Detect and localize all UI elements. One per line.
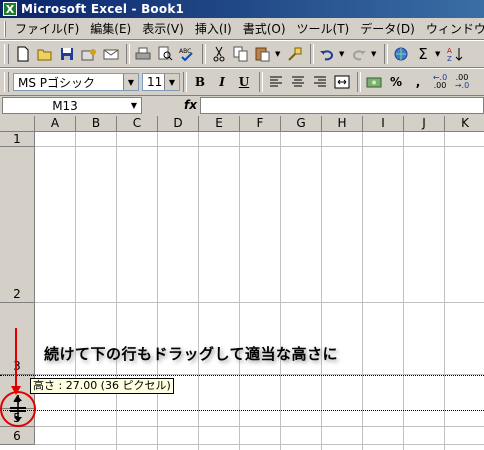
toolbar-separator	[126, 44, 130, 64]
menu-format[interactable]: 書式(O)	[239, 20, 293, 37]
paste-dropdown-icon[interactable]: ▼	[275, 50, 282, 58]
column-header[interactable]: B	[76, 116, 117, 132]
menu-insert[interactable]: 挿入(I)	[191, 20, 239, 37]
font-size-combo[interactable]: 11 ▼	[142, 73, 180, 91]
toolbar-separator	[357, 72, 361, 92]
column-header[interactable]: E	[199, 116, 240, 132]
open-icon[interactable]	[35, 44, 55, 64]
decrease-decimal-icon[interactable]: .00 →.0	[452, 72, 472, 92]
menu-file[interactable]: ファイル(F)	[11, 20, 86, 37]
print-preview-icon[interactable]	[155, 44, 175, 64]
menu-tools[interactable]: ツール(T)	[293, 20, 357, 37]
formula-input[interactable]	[200, 97, 484, 114]
excel-app-icon: X	[3, 2, 17, 16]
toolbar-grip[interactable]	[4, 44, 9, 64]
toolbar-grip[interactable]	[4, 72, 9, 92]
toolbar-separator	[183, 72, 187, 92]
toolbar-separator	[310, 44, 314, 64]
chevron-down-icon[interactable]: ▼	[127, 101, 141, 110]
row-header[interactable]: 6	[0, 427, 35, 445]
column-header[interactable]: K	[445, 116, 484, 132]
column-header[interactable]: D	[158, 116, 199, 132]
column-header[interactable]: G	[281, 116, 322, 132]
merge-center-icon[interactable]	[332, 72, 352, 92]
font-name-value: MS Pゴシック	[18, 75, 96, 90]
column-header[interactable]: F	[240, 116, 281, 132]
chevron-down-icon[interactable]: ▼	[164, 74, 179, 90]
fx-icon[interactable]: fx	[184, 98, 197, 112]
instruction-annotation: 続けて下の行もドラッグして適当な高さに	[44, 345, 339, 363]
chevron-down-icon[interactable]: ▼	[123, 74, 138, 90]
menu-bar: ファイル(F) 編集(E) 表示(V) 挿入(I) 書式(O) ツール(T) デ…	[0, 18, 484, 40]
column-header[interactable]: J	[404, 116, 445, 132]
font-name-combo[interactable]: MS Pゴシック ▼	[13, 73, 139, 91]
redo-icon[interactable]	[349, 44, 369, 64]
row-header[interactable]: 2	[0, 147, 35, 303]
align-center-icon[interactable]	[288, 72, 308, 92]
toolbar-separator	[259, 72, 263, 92]
spelling-icon[interactable]: ABC	[177, 44, 197, 64]
toolbar-separator	[202, 44, 206, 64]
name-box-value: M13	[52, 98, 78, 113]
annotation-overlay	[0, 328, 36, 427]
row-header[interactable]: 3	[0, 303, 35, 375]
underline-icon[interactable]: U	[234, 72, 254, 92]
format-painter-icon[interactable]	[285, 44, 305, 64]
column-header[interactable]: I	[363, 116, 404, 132]
autosum-icon[interactable]: Σ	[413, 44, 433, 64]
svg-text:Z: Z	[447, 55, 452, 62]
column-header[interactable]: C	[117, 116, 158, 132]
new-icon[interactable]	[13, 44, 33, 64]
svg-text:ABC: ABC	[179, 48, 191, 55]
undo-dropdown-icon[interactable]: ▼	[339, 50, 346, 58]
menu-data[interactable]: データ(D)	[356, 20, 422, 37]
cut-icon[interactable]	[209, 44, 229, 64]
italic-icon[interactable]: I	[212, 72, 232, 92]
row-height-tooltip: 高さ : 27.00 (36 ピクセル)	[30, 378, 174, 394]
copy-icon[interactable]	[231, 44, 251, 64]
increase-decimal-icon[interactable]: ←.0.00	[430, 72, 450, 92]
window-title: Microsoft Excel - Book1	[21, 2, 185, 16]
standard-toolbar: ABC ▼ ▼ ▼ Σ ▼ AZ	[0, 40, 484, 68]
save-icon[interactable]	[57, 44, 77, 64]
redo-dropdown-icon[interactable]: ▼	[371, 50, 378, 58]
menu-view[interactable]: 表示(V)	[138, 20, 191, 37]
undo-icon[interactable]	[317, 44, 337, 64]
permission-icon[interactable]	[79, 44, 99, 64]
bold-icon[interactable]: B	[190, 72, 210, 92]
name-box[interactable]: M13 ▼	[2, 97, 142, 114]
autosum-dropdown-icon[interactable]: ▼	[435, 50, 442, 58]
font-size-value: 11	[147, 75, 163, 89]
svg-text:A: A	[447, 47, 452, 55]
menu-edit[interactable]: 編集(E)	[86, 20, 138, 37]
align-left-icon[interactable]	[266, 72, 286, 92]
row-resize-guide-top	[0, 375, 484, 376]
toolbar-separator	[384, 44, 388, 64]
menu-grip[interactable]	[4, 20, 6, 37]
hyperlink-icon[interactable]	[391, 44, 411, 64]
paste-icon[interactable]	[253, 44, 273, 64]
column-header[interactable]: H	[322, 116, 363, 132]
sort-ascending-icon[interactable]: AZ	[445, 44, 465, 64]
percent-icon[interactable]: %	[386, 72, 406, 92]
email-icon[interactable]	[101, 44, 121, 64]
row-header[interactable]: 1	[0, 132, 35, 147]
comma-icon[interactable]: ,	[408, 72, 428, 92]
worksheet-grid: A B C D E F G H I J K 1 2 3 4 5 6 続けて下の行…	[0, 116, 484, 450]
currency-icon[interactable]	[364, 72, 384, 92]
title-bar: X Microsoft Excel - Book1	[0, 0, 484, 18]
formula-bar: M13 ▼ fx	[0, 96, 484, 116]
row-header[interactable]: 5	[0, 409, 35, 427]
print-icon[interactable]	[133, 44, 153, 64]
formatting-toolbar: MS Pゴシック ▼ 11 ▼ B I U % , ←.0.00 .00 →.0	[0, 68, 484, 96]
align-right-icon[interactable]	[310, 72, 330, 92]
column-header[interactable]: A	[35, 116, 76, 132]
menu-window[interactable]: ウィンドウ(W)	[422, 20, 484, 37]
select-all-corner[interactable]	[0, 116, 35, 132]
row-resize-guide-bottom	[0, 410, 484, 411]
